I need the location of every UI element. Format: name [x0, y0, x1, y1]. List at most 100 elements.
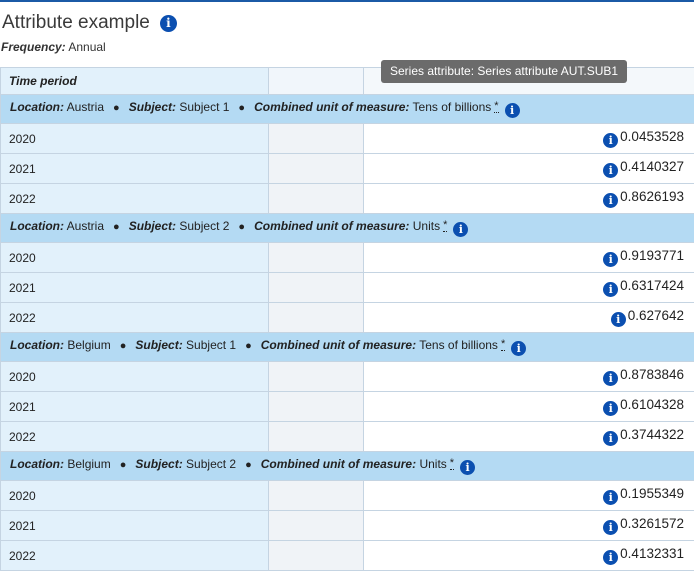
table-row: 2022 i 0.4132331	[0, 540, 694, 571]
time-period-cell: 2020	[0, 123, 269, 154]
info-icon[interactable]: i	[603, 490, 619, 505]
unit-value: Units	[412, 219, 441, 233]
info-icon[interactable]: i	[603, 252, 619, 267]
empty-cell	[268, 123, 364, 154]
value-text: 0.8626193	[620, 189, 684, 204]
unit-label: Combined unit of measure:	[254, 219, 410, 233]
value-text: 0.627642	[627, 308, 684, 323]
empty-cell	[268, 391, 364, 422]
info-icon[interactable]: i	[603, 371, 619, 386]
unit-value: Tens of billions	[419, 338, 498, 352]
time-period-cell: 2020	[0, 361, 269, 392]
unit-label: Combined unit of measure:	[254, 100, 410, 114]
info-icon[interactable]: i	[603, 133, 619, 148]
time-period-cell: 2021	[0, 391, 269, 422]
value-cell: i 0.0453528	[363, 123, 694, 154]
subject-label: Subject:	[135, 338, 183, 352]
value-text: 0.8783846	[620, 367, 684, 382]
empty-cell	[268, 540, 364, 571]
info-icon[interactable]: i	[603, 163, 619, 178]
subject-label: Subject:	[135, 457, 183, 471]
page-title: Attribute example	[2, 12, 150, 33]
section-header-cell: Location: Belgium ● Subject: Subject 1 ● Com…	[0, 332, 694, 362]
info-icon[interactable]: i	[504, 103, 520, 118]
frequency-value: Annual	[68, 40, 106, 54]
separator-dot: ●	[245, 459, 252, 471]
unit-value: Tens of billions	[412, 100, 492, 114]
value-text: 0.1955349	[620, 486, 684, 501]
empty-cell	[268, 480, 364, 511]
flag-marker[interactable]: *	[500, 339, 506, 351]
separator-dot: ●	[113, 102, 120, 114]
value-cell: i 0.3744322	[363, 421, 694, 452]
frequency-line: Frequency: Annual	[1, 40, 106, 54]
subject-value: Subject 1	[186, 338, 237, 352]
value-cell: i 0.6104328	[363, 391, 694, 422]
time-period-cell: 2022	[0, 183, 269, 214]
location-value: Belgium	[67, 338, 111, 352]
value-cell: i 0.8626193	[363, 183, 694, 214]
empty-cell	[268, 242, 364, 273]
empty-header-cell	[268, 67, 364, 95]
info-icon[interactable]: i	[603, 520, 619, 535]
info-icon[interactable]: i	[511, 341, 527, 356]
info-icon[interactable]: i	[603, 193, 619, 208]
separator-dot: ●	[238, 221, 246, 233]
location-value: Austria	[66, 100, 105, 114]
subject-label: Subject:	[128, 100, 177, 114]
table-row: 2020 i 0.1955349	[0, 480, 694, 511]
empty-cell	[268, 361, 364, 392]
flag-marker[interactable]: *	[443, 220, 448, 232]
time-period-cell: 2020	[0, 242, 269, 273]
value-text: 0.3261572	[620, 516, 684, 531]
time-period-cell: 2020	[0, 480, 269, 511]
value-text: 0.9193771	[620, 248, 684, 263]
location-value: Austria	[66, 219, 105, 233]
time-period-cell: 2021	[0, 153, 269, 184]
info-icon[interactable]: i	[603, 401, 619, 416]
table-row: 2022 i 0.8626193	[0, 183, 694, 214]
time-period-cell: 2022	[0, 302, 269, 333]
time-period-cell: 2021	[0, 510, 269, 541]
info-icon[interactable]: i	[603, 282, 619, 297]
location-label: Location:	[10, 219, 64, 233]
info-icon[interactable]: i	[603, 550, 619, 565]
info-icon[interactable]: i	[610, 312, 626, 327]
separator-dot: ●	[238, 102, 246, 114]
empty-cell	[268, 421, 364, 452]
info-icon[interactable]: i	[460, 460, 476, 475]
section-header-cell: Location: Austria ● Subject: Subject 2 ● Com…	[0, 213, 694, 243]
info-icon[interactable]: i	[159, 14, 177, 32]
empty-cell	[268, 302, 364, 333]
value-cell: i 0.3261572	[363, 510, 694, 541]
table-row: 2021 i 0.4140327	[0, 153, 694, 184]
value-cell: i 0.627642	[363, 302, 694, 333]
value-text: 0.4140327	[620, 159, 684, 174]
value-text: 0.6317424	[620, 278, 684, 293]
frequency-label: Frequency:	[1, 40, 66, 54]
table-row: 2022 i 0.3744322	[0, 421, 694, 452]
section-header-row: Location: Austria ● Subject: Subject 2 ● Com…	[0, 213, 694, 243]
info-icon[interactable]: i	[453, 222, 469, 237]
series-attribute-tooltip: Series attribute: Series attribute AUT.S…	[381, 60, 628, 83]
value-cell: i 0.6317424	[363, 272, 694, 303]
subject-value: Subject 2	[179, 219, 230, 233]
table-row: 2020 i 0.9193771	[0, 242, 694, 273]
empty-cell	[268, 153, 364, 184]
time-period-header: Time period	[0, 67, 269, 95]
value-text: 0.4132331	[620, 546, 684, 561]
time-period-cell: 2021	[0, 272, 269, 303]
table-row: 2020 i 0.8783846	[0, 361, 694, 392]
flag-marker[interactable]: *	[449, 458, 455, 470]
value-cell: i 0.8783846	[363, 361, 694, 392]
value-text: 0.6104328	[620, 397, 684, 412]
location-label: Location:	[10, 457, 64, 471]
time-period-cell: 2022	[0, 540, 269, 571]
data-table: Time period Location: Austria ● Subject: S…	[0, 67, 694, 571]
separator-dot: ●	[113, 221, 120, 233]
separator-dot: ●	[245, 340, 252, 352]
unit-label: Combined unit of measure:	[260, 338, 417, 352]
separator-dot: ●	[119, 340, 127, 352]
info-icon[interactable]: i	[603, 431, 619, 446]
flag-marker[interactable]: *	[494, 101, 499, 113]
